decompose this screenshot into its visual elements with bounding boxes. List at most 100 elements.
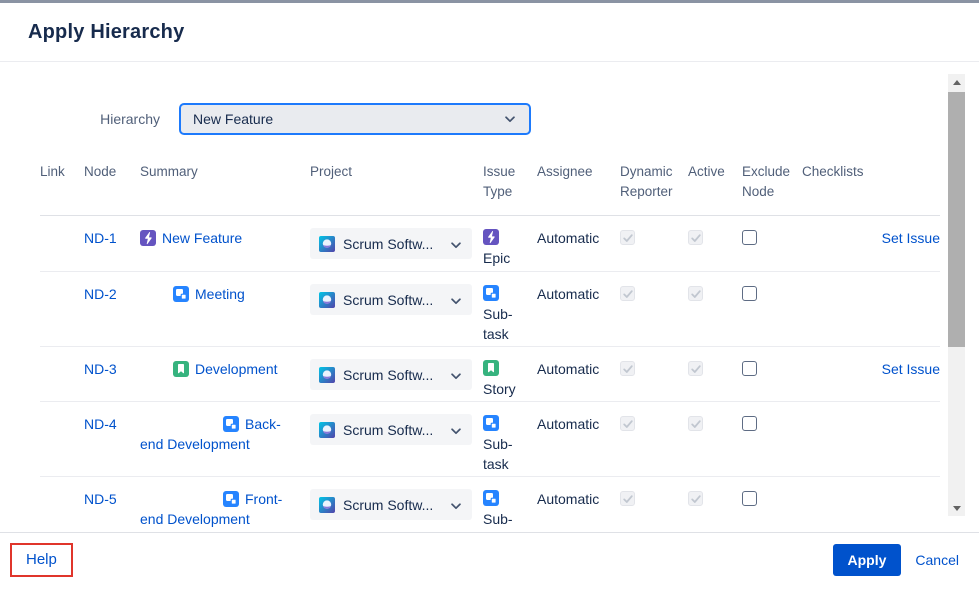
vertical-scrollbar[interactable]: [948, 74, 965, 516]
project-avatar-icon: [319, 292, 335, 308]
column-header-checklists: Checklists: [802, 162, 870, 202]
help-highlight-box: Help: [10, 543, 73, 577]
summary-link[interactable]: Front-end Development: [140, 491, 282, 527]
chevron-down-icon: [449, 423, 463, 437]
table-row: ND-1 New Feature Scrum Softw... Epic Aut…: [40, 216, 940, 272]
subtask-icon: [223, 416, 239, 432]
assignee-value: Automatic: [537, 284, 620, 346]
exclude-node-checkbox[interactable]: [742, 361, 757, 376]
column-header-node: Node: [84, 162, 140, 202]
chevron-down-icon: [449, 368, 463, 382]
active-checkbox: [688, 230, 703, 245]
assignee-value: Automatic: [537, 414, 620, 476]
node-link[interactable]: ND-4: [84, 414, 120, 434]
table-row: ND-5 Front-end Development Scrum Softw..…: [40, 477, 940, 532]
column-header-link: Link: [40, 162, 84, 202]
column-header-project: Project: [310, 162, 483, 202]
scrollbar-thumb[interactable]: [948, 92, 965, 347]
dynamic-reporter-checkbox: [620, 230, 635, 245]
assignee-value: Automatic: [537, 228, 620, 271]
table-row: ND-3 Development Scrum Softw... Story Au…: [40, 347, 940, 402]
dialog-body: Hierarchy New Feature Link Node Summary …: [0, 62, 979, 532]
node-link[interactable]: ND-5: [84, 489, 120, 509]
table-header-row: Link Node Summary Project Issue Type Ass…: [40, 162, 940, 216]
column-header-exclude-node: Exclude Node: [742, 162, 802, 202]
project-select-value: Scrum Softw...: [343, 420, 449, 440]
chevron-down-icon: [449, 237, 463, 251]
chevron-down-icon: [503, 112, 517, 126]
project-select[interactable]: Scrum Softw...: [310, 359, 472, 390]
cancel-link[interactable]: Cancel: [915, 552, 959, 568]
column-header-dynamic-reporter: Dynamic Reporter: [620, 162, 688, 202]
node-link[interactable]: ND-3: [84, 359, 120, 379]
project-select-value: Scrum Softw...: [343, 365, 449, 385]
summary-link[interactable]: Meeting: [195, 286, 245, 302]
project-avatar-icon: [319, 422, 335, 438]
project-avatar-icon: [319, 367, 335, 383]
project-select[interactable]: Scrum Softw...: [310, 284, 472, 315]
issue-type-label: Story: [483, 381, 516, 397]
set-issue-link[interactable]: Set Issue: [882, 230, 940, 246]
assignee-value: Automatic: [537, 359, 620, 401]
chevron-down-icon: [449, 293, 463, 307]
summary-link[interactable]: Back-end Development: [140, 416, 281, 452]
hierarchy-table: Link Node Summary Project Issue Type Ass…: [40, 162, 940, 532]
dialog-header: Apply Hierarchy: [0, 3, 979, 62]
dynamic-reporter-checkbox: [620, 491, 635, 506]
issue-type-label: Sub-task: [483, 436, 513, 472]
project-avatar-icon: [319, 497, 335, 513]
subtask-icon: [173, 286, 189, 302]
arrow-up-icon: [953, 80, 961, 85]
active-checkbox: [688, 361, 703, 376]
epic-icon: [483, 229, 499, 245]
table-row: ND-2 Meeting Scrum Softw... Sub-task Aut…: [40, 272, 940, 347]
scroll-down-button[interactable]: [948, 500, 965, 516]
dynamic-reporter-checkbox: [620, 361, 635, 376]
epic-icon: [140, 230, 156, 246]
project-select[interactable]: Scrum Softw...: [310, 414, 472, 445]
active-checkbox: [688, 416, 703, 431]
project-select-value: Scrum Softw...: [343, 234, 449, 254]
project-select-value: Scrum Softw...: [343, 495, 449, 515]
active-checkbox: [688, 491, 703, 506]
exclude-node-checkbox[interactable]: [742, 230, 757, 245]
summary-link[interactable]: New Feature: [162, 230, 242, 246]
exclude-node-checkbox[interactable]: [742, 286, 757, 301]
project-select[interactable]: Scrum Softw...: [310, 489, 472, 520]
exclude-node-checkbox[interactable]: [742, 416, 757, 431]
issue-type-label: Sub-task: [483, 511, 513, 532]
apply-button[interactable]: Apply: [833, 544, 902, 576]
column-header-summary: Summary: [140, 162, 310, 202]
project-avatar-icon: [319, 236, 335, 252]
assignee-value: Automatic: [537, 489, 620, 532]
issue-type-label: Epic: [483, 250, 510, 266]
page-title: Apply Hierarchy: [28, 21, 184, 44]
node-link[interactable]: ND-1: [84, 228, 120, 248]
dialog-footer: Help Apply Cancel: [0, 532, 979, 587]
subtask-icon: [483, 490, 499, 506]
exclude-node-checkbox[interactable]: [742, 491, 757, 506]
column-header-issue-type: Issue Type: [483, 162, 537, 202]
node-link[interactable]: ND-2: [84, 284, 120, 304]
dynamic-reporter-checkbox: [620, 416, 635, 431]
hierarchy-select[interactable]: New Feature: [179, 103, 531, 135]
subtask-icon: [223, 491, 239, 507]
active-checkbox: [688, 286, 703, 301]
subtask-icon: [483, 285, 499, 301]
column-header-active: Active: [688, 162, 742, 202]
summary-link[interactable]: Development: [195, 361, 278, 377]
set-issue-link[interactable]: Set Issue: [882, 361, 940, 377]
scroll-up-button[interactable]: [948, 74, 965, 90]
hierarchy-label: Hierarchy: [0, 111, 160, 127]
project-select[interactable]: Scrum Softw...: [310, 228, 472, 259]
hierarchy-select-value: New Feature: [193, 111, 503, 127]
column-header-assignee: Assignee: [537, 162, 620, 202]
arrow-down-icon: [953, 506, 961, 511]
dynamic-reporter-checkbox: [620, 286, 635, 301]
table-row: ND-4 Back-end Development Scrum Softw...…: [40, 402, 940, 477]
help-link[interactable]: Help: [26, 551, 57, 568]
project-select-value: Scrum Softw...: [343, 290, 449, 310]
story-icon: [483, 360, 499, 376]
hierarchy-field-row: Hierarchy New Feature: [0, 103, 979, 135]
subtask-icon: [483, 415, 499, 431]
